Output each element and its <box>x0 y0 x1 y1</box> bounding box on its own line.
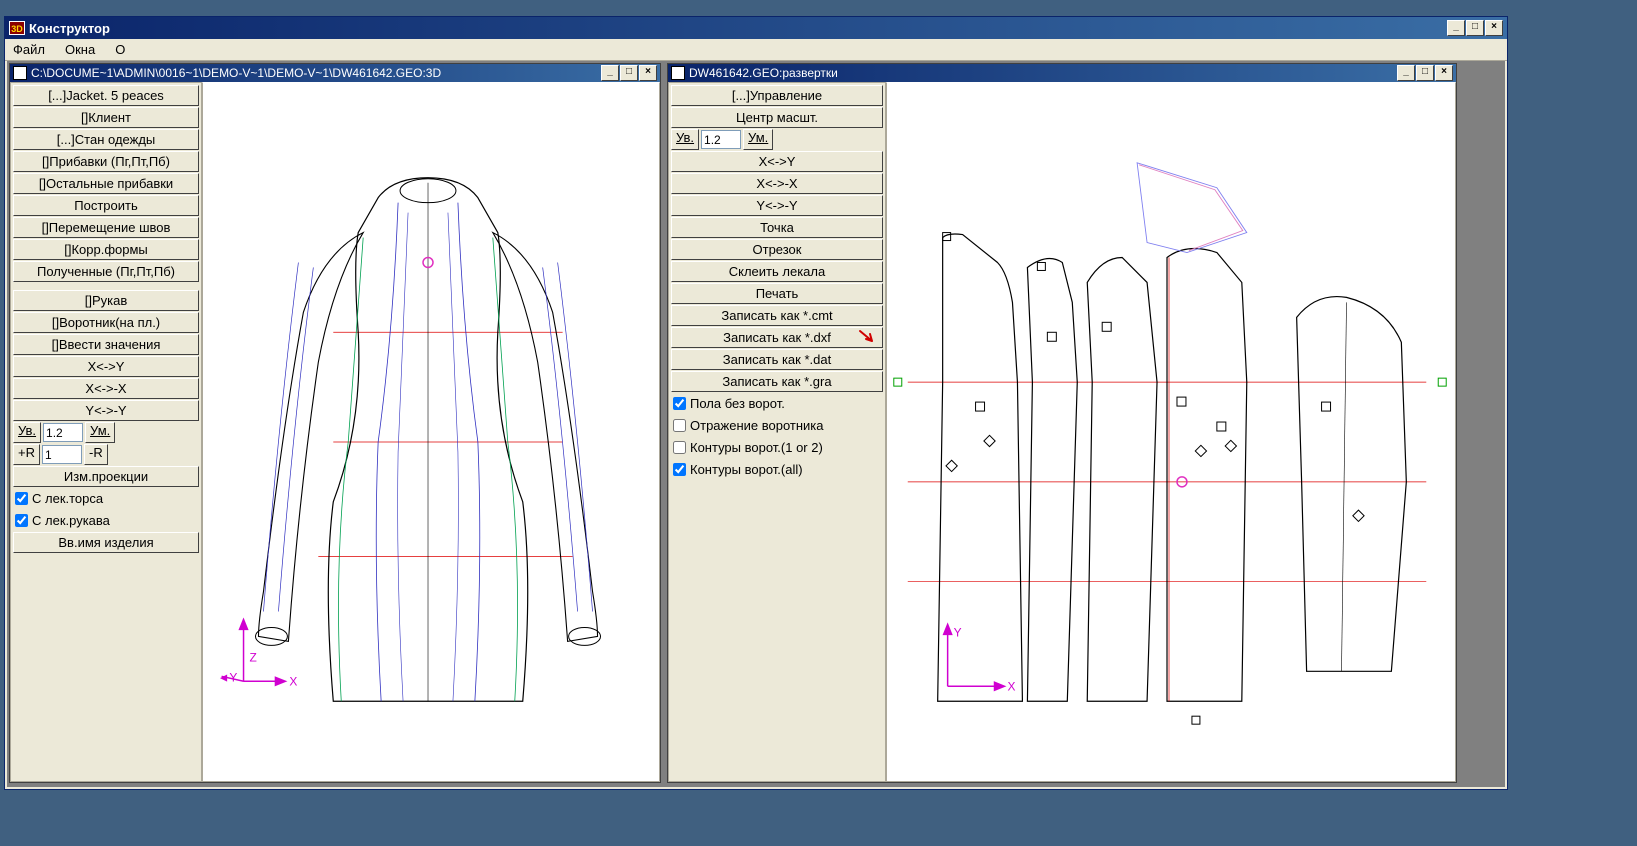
svg-text:◄Y: ◄Y <box>218 670 238 684</box>
chk-torso-label: С лек.торса <box>32 491 103 506</box>
chk-reflect-label: Отражение воротника <box>690 418 824 433</box>
btn-save-gra[interactable]: Записать как *.gra <box>671 371 883 392</box>
menu-file[interactable]: Файл <box>9 40 49 59</box>
svg-text:X: X <box>1007 679 1015 693</box>
chk-pola[interactable] <box>673 397 686 410</box>
minimize-button[interactable]: _ <box>601 65 619 81</box>
btn-received[interactable]: Полученные (Пг,Пт,Пб) <box>13 261 199 282</box>
chk-sleeve-label: С лек.рукава <box>32 513 110 528</box>
maximize-button[interactable]: □ <box>1416 65 1434 81</box>
menu-windows[interactable]: Окна <box>61 40 99 59</box>
btn-glue[interactable]: Склеить лекала <box>671 261 883 282</box>
maximize-button[interactable]: □ <box>620 65 638 81</box>
btn-center-scale[interactable]: Центр масшт. <box>671 107 883 128</box>
btn-save-dxf[interactable]: Записать как *.dxf <box>671 327 883 348</box>
minimize-button[interactable]: _ <box>1447 20 1465 36</box>
btn-uv[interactable]: Ув. <box>13 422 41 443</box>
btn-sleeve[interactable]: []Рукав <box>13 290 199 311</box>
svg-text:Y: Y <box>954 625 962 639</box>
btn-xy[interactable]: X<->Y <box>13 356 199 377</box>
close-button[interactable]: × <box>1435 65 1453 81</box>
panel-2d: [...]Управление Центр масшт. Ув. Ум. X<-… <box>668 82 886 782</box>
document-icon <box>13 66 27 80</box>
btn-xx[interactable]: X<->-X <box>13 378 199 399</box>
chk-contour1-label: Контуры ворот.(1 or 2) <box>690 440 823 455</box>
chk-reflect[interactable] <box>673 419 686 432</box>
btn-uv[interactable]: Ув. <box>671 129 699 150</box>
window-2d-title: DW461642.GEO:развертки <box>689 66 838 80</box>
app-titlebar[interactable]: 3D Конструктор _ □ × <box>5 17 1507 39</box>
window-3d: C:\DOCUME~1\ADMIN\0016~1\DEMO-V~1\DEMO-V… <box>9 63 661 783</box>
menu-bar: Файл Окна О <box>5 39 1507 61</box>
btn-segment[interactable]: Отрезок <box>671 239 883 260</box>
btn-client[interactable]: []Клиент <box>13 107 199 128</box>
annotation-arrow-icon <box>858 329 880 347</box>
btn-pribavki[interactable]: []Прибавки (Пг,Пт,Пб) <box>13 151 199 172</box>
menu-about[interactable]: О <box>111 40 129 59</box>
btn-minus-r[interactable]: -R <box>84 444 108 465</box>
btn-yy-2d[interactable]: Y<->-Y <box>671 195 883 216</box>
btn-enter-values[interactable]: []Ввести значения <box>13 334 199 355</box>
app-icon: 3D <box>9 21 25 35</box>
input-uv[interactable] <box>43 423 83 442</box>
window-3d-title: C:\DOCUME~1\ADMIN\0016~1\DEMO-V~1\DEMO-V… <box>31 66 441 80</box>
chk-pola-label: Пола без ворот. <box>690 396 785 411</box>
btn-plus-r[interactable]: +R <box>13 444 40 465</box>
btn-move-seams[interactable]: []Перемещение швов <box>13 217 199 238</box>
app-window: 3D Конструктор _ □ × Файл Окна О C:\DOCU… <box>4 16 1508 790</box>
btn-um[interactable]: Ум. <box>85 422 115 443</box>
input-r[interactable] <box>42 445 82 464</box>
svg-text:X: X <box>289 674 297 688</box>
panel-3d: [...]Jacket. 5 peaces []Клиент [...]Стан… <box>10 82 202 782</box>
btn-build[interactable]: Построить <box>13 195 199 216</box>
btn-xx-2d[interactable]: X<->-X <box>671 173 883 194</box>
document-icon <box>671 66 685 80</box>
chk-torso[interactable] <box>15 492 28 505</box>
btn-save-dat[interactable]: Записать как *.dat <box>671 349 883 370</box>
chk-contour-all-label: Контуры ворот.(all) <box>690 462 803 477</box>
btn-um[interactable]: Ум. <box>743 129 773 150</box>
btn-control[interactable]: [...]Управление <box>671 85 883 106</box>
window-2d-titlebar[interactable]: DW461642.GEO:развертки _ □ × <box>668 64 1456 82</box>
close-button[interactable]: × <box>639 65 657 81</box>
svg-text:Z: Z <box>250 650 257 664</box>
btn-stan[interactable]: [...]Стан одежды <box>13 129 199 150</box>
canvas-2d[interactable]: Y X <box>886 82 1456 782</box>
btn-save-cmt[interactable]: Записать как *.cmt <box>671 305 883 326</box>
maximize-button[interactable]: □ <box>1466 20 1484 36</box>
canvas-3d[interactable]: ◄Y X Z <box>202 82 660 782</box>
btn-print[interactable]: Печать <box>671 283 883 304</box>
mdi-area: C:\DOCUME~1\ADMIN\0016~1\DEMO-V~1\DEMO-V… <box>7 61 1505 787</box>
chk-contour1[interactable] <box>673 441 686 454</box>
btn-save-dxf-label: Записать как *.dxf <box>723 330 831 345</box>
btn-corr-forms[interactable]: []Корр.формы <box>13 239 199 260</box>
btn-ost-pribavki[interactable]: []Остальные прибавки <box>13 173 199 194</box>
btn-collar[interactable]: []Воротник(на пл.) <box>13 312 199 333</box>
chk-contour-all[interactable] <box>673 463 686 476</box>
btn-xy-2d[interactable]: X<->Y <box>671 151 883 172</box>
chk-sleeve[interactable] <box>15 514 28 527</box>
btn-jacket[interactable]: [...]Jacket. 5 peaces <box>13 85 199 106</box>
btn-yy[interactable]: Y<->-Y <box>13 400 199 421</box>
input-uv-2d[interactable] <box>701 130 741 149</box>
btn-point[interactable]: Точка <box>671 217 883 238</box>
minimize-button[interactable]: _ <box>1397 65 1415 81</box>
close-button[interactable]: × <box>1485 20 1503 36</box>
window-3d-titlebar[interactable]: C:\DOCUME~1\ADMIN\0016~1\DEMO-V~1\DEMO-V… <box>10 64 660 82</box>
btn-projection[interactable]: Изм.проекции <box>13 466 199 487</box>
window-2d: DW461642.GEO:развертки _ □ × [...]Управл… <box>667 63 1457 783</box>
btn-name-product[interactable]: Вв.имя изделия <box>13 532 199 553</box>
app-title: Конструктор <box>29 21 110 36</box>
